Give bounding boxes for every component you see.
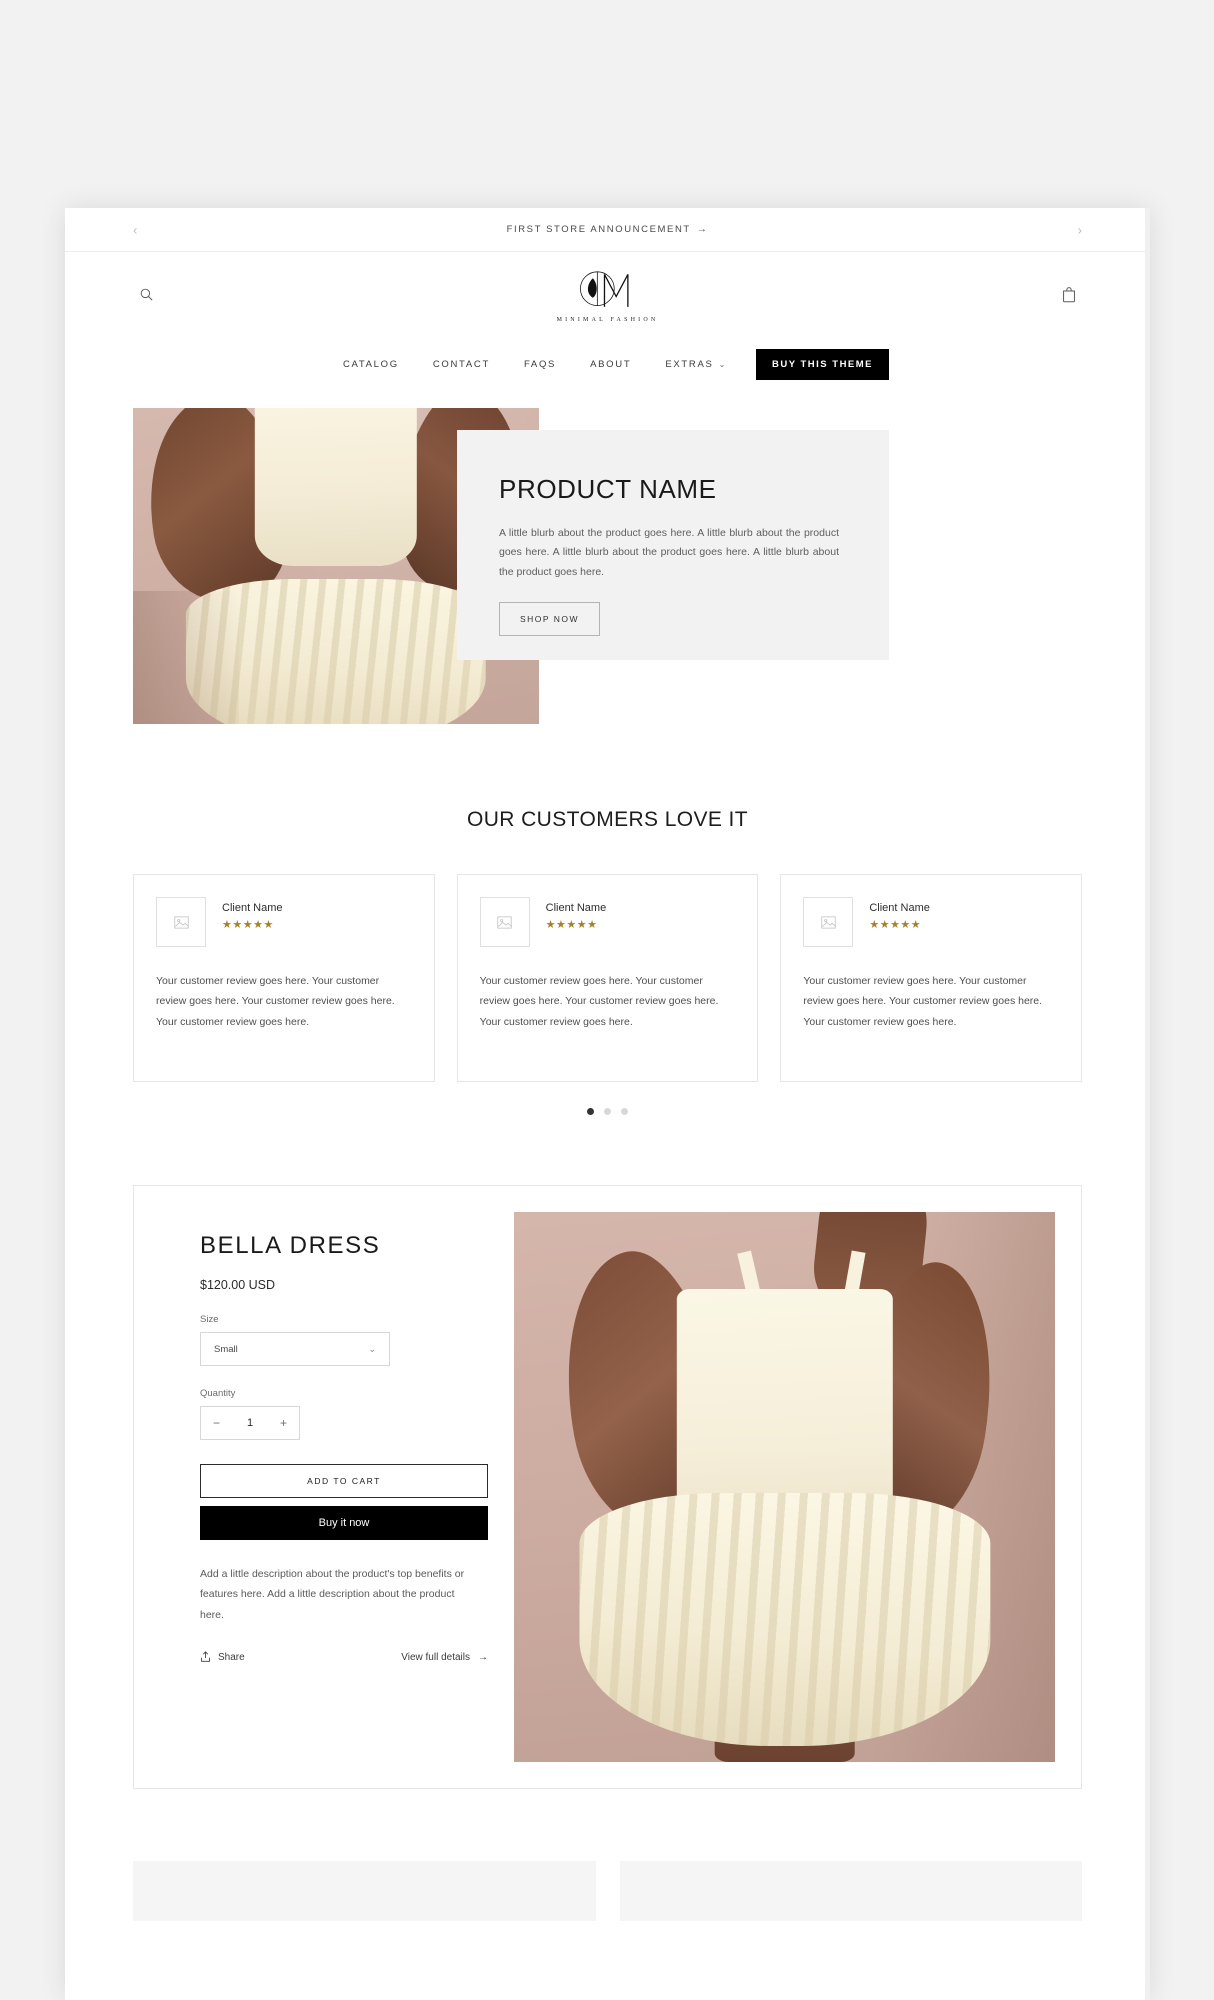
share-icon <box>201 1651 210 1663</box>
size-select-value: Small <box>214 1343 238 1355</box>
testimonial-avatar-placeholder <box>479 897 530 947</box>
testimonial-rating-stars: ★★★★★ <box>222 919 274 931</box>
testimonials-section: OUR CUSTOMERS LOVE IT Client Name ★★★★★ … <box>65 808 1150 1115</box>
testimonial-review-text: Your customer review goes here. Your cus… <box>479 975 719 1028</box>
next-section-preview <box>65 1861 1150 1921</box>
site-logo[interactable]: MINIMAL FASHION <box>557 265 659 323</box>
search-icon[interactable] <box>133 281 159 307</box>
hero-section: PRODUCT NAME A little blurb about the pr… <box>65 408 1150 724</box>
hero-text-card: PRODUCT NAME A little blurb about the pr… <box>457 430 889 660</box>
nav-item-extras-label: EXTRAS <box>665 358 714 370</box>
testimonial-review-text: Your customer review goes here. Your cus… <box>156 975 395 1028</box>
product-image <box>514 1212 1055 1762</box>
testimonial-card: Client Name ★★★★★ Your customer review g… <box>133 874 435 1082</box>
testimonial-rating-stars: ★★★★★ <box>545 919 598 931</box>
chevron-down-icon: ⌄ <box>718 359 727 369</box>
image-placeholder-icon <box>821 915 836 929</box>
testimonial-client-name: Client Name <box>869 902 930 914</box>
carousel-dot-2[interactable] <box>604 1108 611 1115</box>
announcement-prev-button[interactable]: ‹ <box>123 217 147 242</box>
cart-icon[interactable] <box>1056 281 1082 307</box>
nav-item-about[interactable]: ABOUT <box>573 359 648 370</box>
product-media <box>514 1186 1081 1788</box>
buy-theme-button[interactable]: BUY THIS THEME <box>755 348 890 380</box>
next-section-panel-right <box>619 1861 1082 1921</box>
chevron-down-icon: ⌄ <box>368 1343 376 1354</box>
hero-image-shadow <box>133 591 239 724</box>
nav-item-faqs[interactable]: FAQS <box>507 359 573 370</box>
hero-model-bodice <box>254 408 418 566</box>
testimonial-avatar-placeholder <box>803 897 854 947</box>
quantity-value[interactable]: 1 <box>247 1417 253 1429</box>
testimonial-client-name: Client Name <box>545 902 607 914</box>
product-price: $120.00 USD <box>200 1278 276 1292</box>
testimonial-card: Client Name ★★★★★ Your customer review g… <box>780 874 1083 1082</box>
testimonial-card: Client Name ★★★★★ Your customer review g… <box>456 874 759 1082</box>
site-header: MINIMAL FASHION <box>65 252 1150 336</box>
product-description: Add a little description about the produ… <box>200 1568 465 1621</box>
nav-item-catalog[interactable]: CATALOG <box>326 359 416 370</box>
carousel-dot-3[interactable] <box>621 1108 628 1115</box>
product-link-row: Share View full details → <box>200 1651 488 1663</box>
hero-blurb: A little blurb about the product goes he… <box>499 527 839 578</box>
page-scrollbar[interactable] <box>1145 208 1150 2000</box>
testimonial-card-header: Client Name ★★★★★ <box>479 897 736 947</box>
main-navigation: CATALOG CONTACT FAQS ABOUT EXTRAS ⌄ BUY T… <box>65 336 1150 392</box>
logo-monogram-icon <box>580 271 629 307</box>
nav-item-extras[interactable]: EXTRAS ⌄ <box>648 359 744 370</box>
buy-it-now-button[interactable]: Buy it now <box>200 1506 488 1540</box>
carousel-dots <box>65 1108 1150 1115</box>
testimonial-rating-stars: ★★★★★ <box>869 919 922 931</box>
nav-item-contact[interactable]: CONTACT <box>416 359 507 370</box>
testimonial-review-text: Your customer review goes here. Your cus… <box>803 975 1043 1028</box>
storefront-page: ‹ FIRST STORE ANNOUNCEMENT → › MINIMAL FA… <box>65 208 1150 2000</box>
quantity-stepper: − 1 + <box>200 1406 300 1440</box>
featured-product-section: BELLA DRESS $120.00 USD Size Small ⌄ Qua… <box>133 1185 1082 1789</box>
shop-now-button[interactable]: SHOP NOW <box>499 602 601 637</box>
image-placeholder-icon <box>497 915 512 929</box>
testimonial-meta: Client Name ★★★★★ <box>869 897 930 931</box>
carousel-dot-1[interactable] <box>587 1108 594 1115</box>
arrow-right-icon: → <box>478 1651 488 1663</box>
product-title: BELLA DRESS <box>200 1232 381 1259</box>
share-button[interactable]: Share <box>200 1651 245 1663</box>
testimonial-client-name: Client Name <box>222 902 283 914</box>
testimonial-card-header: Client Name ★★★★★ <box>156 897 412 947</box>
quantity-increase-button[interactable]: + <box>280 1417 287 1429</box>
logo-subtitle: MINIMAL FASHION <box>556 317 659 323</box>
announcement-next-button[interactable]: › <box>1068 217 1092 242</box>
product-dress-skirt <box>578 1492 991 1746</box>
testimonial-card-list: Client Name ★★★★★ Your customer review g… <box>65 874 1150 1082</box>
hero-title: PRODUCT NAME <box>499 474 717 504</box>
announcement-label: FIRST STORE ANNOUNCEMENT <box>506 224 691 235</box>
view-full-details-label: View full details <box>401 1651 470 1663</box>
add-to-cart-button[interactable]: ADD TO CART <box>200 1464 488 1498</box>
testimonials-title: OUR CUSTOMERS LOVE IT <box>466 808 749 831</box>
announcement-text: FIRST STORE ANNOUNCEMENT → <box>507 224 709 235</box>
size-select[interactable]: Small ⌄ <box>200 1332 390 1366</box>
testimonial-meta: Client Name ★★★★★ <box>222 897 283 931</box>
announcement-bar: ‹ FIRST STORE ANNOUNCEMENT → › <box>65 208 1150 252</box>
quantity-label: Quantity <box>200 1388 236 1399</box>
quantity-decrease-button[interactable]: − <box>213 1417 220 1429</box>
next-section-panel-left <box>133 1861 596 1921</box>
testimonial-avatar-placeholder <box>156 897 206 947</box>
size-label: Size <box>200 1314 219 1325</box>
product-details: BELLA DRESS $120.00 USD Size Small ⌄ Qua… <box>134 1186 514 1788</box>
announcement-arrow-icon: → <box>696 224 709 235</box>
testimonial-card-header: Client Name ★★★★★ <box>803 897 1059 947</box>
view-full-details-link[interactable]: View full details → <box>401 1652 488 1663</box>
image-placeholder-icon <box>173 915 189 929</box>
testimonial-meta: Client Name ★★★★★ <box>546 897 607 931</box>
share-label: Share <box>218 1651 245 1663</box>
